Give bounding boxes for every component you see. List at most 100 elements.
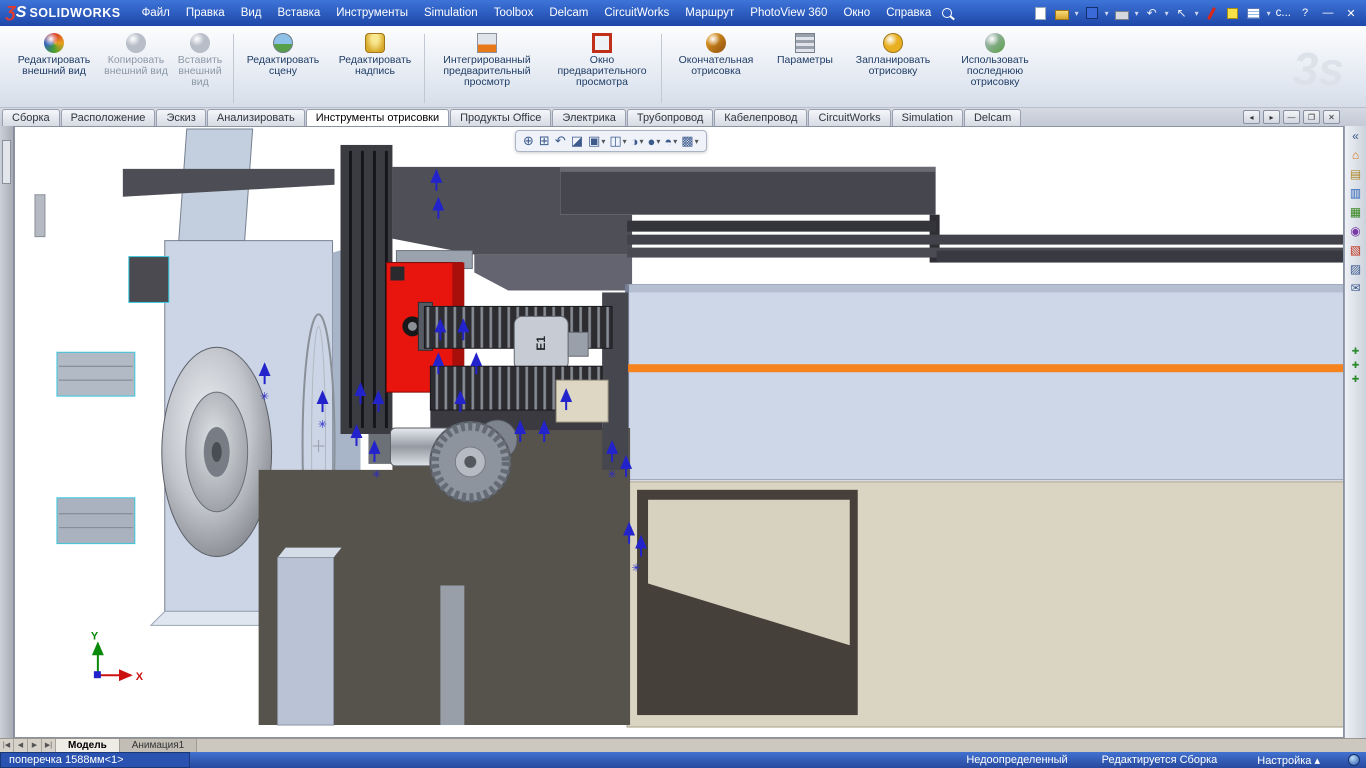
edit-decal-button[interactable]: Редактировать надпись (329, 30, 421, 102)
tab-office-products[interactable]: Продукты Office (450, 109, 552, 126)
menu-simulation[interactable]: Simulation (417, 5, 485, 21)
doc-restore-button[interactable]: ❐ (1303, 110, 1320, 124)
final-render-button[interactable]: Окончательная отрисовка (665, 30, 767, 102)
save-dropdown-icon[interactable]: ▾ (1105, 9, 1109, 18)
menu-toolbox[interactable]: Toolbox (487, 5, 541, 21)
table-icon[interactable] (1246, 5, 1262, 21)
note-icon[interactable] (1225, 5, 1241, 21)
recall-last-render-button[interactable]: Использовать последнюю отрисовку (943, 30, 1047, 102)
add-item-icon[interactable]: ✚ (1346, 358, 1366, 372)
hide-show-items-icon[interactable]: ◑ ▾ (630, 134, 645, 149)
tab-model[interactable]: Модель (56, 739, 120, 752)
tab-render-tools[interactable]: Инструменты отрисовки (305, 109, 450, 126)
menu-help[interactable]: Справка (879, 5, 938, 21)
paste-appearance-button[interactable]: Вставить внешний вид (170, 30, 230, 102)
tab-circuitworks[interactable]: CircuitWorks (808, 109, 891, 126)
edit-appearance-button[interactable]: Редактировать внешний вид (6, 30, 102, 102)
zoom-fit-icon[interactable]: ⊕ (522, 133, 536, 149)
view-orientation-icon[interactable]: ▣ ▾ (587, 133, 606, 149)
globe-icon[interactable] (1348, 754, 1360, 766)
model-canvas[interactable]: E1 ✳✳ ✳✳✳ Y X (15, 127, 1343, 737)
feature-manager-collapsed-strip[interactable] (0, 126, 14, 738)
select-cursor-button[interactable]: ↖ (1174, 5, 1190, 21)
menu-window[interactable]: Окно (836, 5, 877, 21)
file-explorer-icon[interactable]: ▥ (1346, 184, 1366, 203)
part-end-block[interactable] (555, 379, 609, 423)
solidworks-resources-icon[interactable]: ⌂ (1346, 146, 1366, 165)
tab-evaluate[interactable]: Анализировать (206, 109, 305, 126)
first-tab-button[interactable]: |◀ (0, 739, 14, 752)
tab-delcam[interactable]: Delcam (963, 109, 1022, 126)
menu-route[interactable]: Маршрут (678, 5, 741, 21)
design-library-icon[interactable]: ▤ (1346, 165, 1366, 184)
splitter-handle[interactable] (2, 140, 11, 184)
print-button[interactable] (1114, 5, 1130, 21)
menu-delcam[interactable]: Delcam (542, 5, 595, 21)
pane-previous-icon[interactable]: ◂ (1243, 110, 1260, 124)
tab-sketch[interactable]: Эскиз (156, 109, 206, 126)
tab-piping[interactable]: Трубопровод (626, 109, 714, 126)
apply-scene-icon[interactable]: ◓ ▾ (663, 134, 678, 149)
part-bed-rails[interactable] (560, 166, 1343, 263)
open-document-button[interactable] (1054, 5, 1070, 21)
edit-appearance-icon[interactable]: ● ▾ (647, 134, 662, 149)
close-button[interactable]: ✕ (1342, 7, 1360, 20)
save-button[interactable] (1084, 5, 1100, 21)
quick-settings-button[interactable]: Настройка ▴ (1257, 754, 1320, 767)
graphics-area[interactable]: E1 ✳ ✳ ✳ ✳ ✳ Y X ⊕ ⊞ ↶ ◪ ▣ ▾ ◫ ▾ ◑ ▾ ● ▾… (14, 126, 1344, 738)
pane-next-icon[interactable]: ▸ (1263, 110, 1280, 124)
decals-icon[interactable]: ▧ (1346, 241, 1366, 260)
tab-layout[interactable]: Расположение (60, 109, 156, 126)
schedule-render-button[interactable]: Запланировать отрисовку (843, 30, 943, 102)
part-base-housing[interactable] (626, 481, 1343, 728)
zoom-previous-icon[interactable]: ↶ (554, 133, 568, 149)
select-dropdown-icon[interactable]: ▾ (1195, 9, 1199, 18)
open-dropdown-icon[interactable]: ▾ (1075, 9, 1079, 18)
search-icon[interactable] (942, 8, 953, 18)
minimize-button[interactable]: — (1319, 7, 1337, 19)
display-style-icon[interactable]: ◫ ▾ (608, 133, 627, 149)
next-tab-button[interactable]: ▶ (28, 739, 42, 752)
menu-insert[interactable]: Вставка (271, 5, 328, 21)
menu-photoview[interactable]: PhotoView 360 (743, 5, 834, 21)
part-clamp-block[interactable] (128, 256, 170, 303)
last-tab-button[interactable]: ▶| (42, 739, 56, 752)
view-palette-icon[interactable]: ▦ (1346, 203, 1366, 222)
viewport-slider-tab[interactable] (34, 194, 46, 238)
doc-minimize-button[interactable]: — (1283, 110, 1300, 124)
copy-appearance-button[interactable]: Копировать внешний вид (102, 30, 170, 102)
taskpane-collapse-icon[interactable]: « (1346, 127, 1366, 146)
part-linear-guides[interactable] (56, 351, 136, 545)
render-options-button[interactable]: Параметры (767, 30, 843, 102)
menu-edit[interactable]: Правка (179, 5, 232, 21)
menu-circuitworks[interactable]: CircuitWorks (597, 5, 676, 21)
integrated-preview-button[interactable]: Интегрированный предварительный просмотр (428, 30, 546, 102)
part-motor-flange[interactable] (161, 346, 273, 558)
section-view-icon[interactable]: ◪ (570, 133, 585, 149)
menu-tools[interactable]: Инструменты (329, 5, 415, 21)
undo-dropdown-icon[interactable]: ▾ (1165, 9, 1169, 18)
tab-simulation[interactable]: Simulation (891, 109, 963, 126)
preview-window-button[interactable]: Окно предварительного просмотра (546, 30, 658, 102)
help-button[interactable]: ? (1296, 7, 1314, 19)
document-recovery-icon[interactable]: ✉ (1346, 279, 1366, 298)
previous-tab-button[interactable]: ◀ (14, 739, 28, 752)
view-settings-icon[interactable]: ▩ ▾ (680, 133, 699, 149)
tab-cableways[interactable]: Кабелепровод (714, 109, 808, 126)
edit-scene-button[interactable]: Редактировать сцену (237, 30, 329, 102)
add-item-icon[interactable]: ✚ (1346, 372, 1366, 386)
menu-view[interactable]: Вид (234, 5, 269, 21)
tab-assembly[interactable]: Сборка (2, 109, 60, 126)
custom-properties-icon[interactable]: ▨ (1346, 260, 1366, 279)
part-cover-panel[interactable] (625, 283, 1343, 481)
undo-button[interactable]: ↶ (1144, 5, 1160, 21)
new-document-button[interactable] (1033, 5, 1049, 21)
doc-close-button[interactable]: ✕ (1323, 110, 1340, 124)
marker-icon[interactable] (1204, 5, 1220, 21)
zoom-area-icon[interactable]: ⊞ (538, 133, 552, 149)
tab-animation1[interactable]: Анимация1 (119, 739, 198, 752)
tab-electrical[interactable]: Электрика (552, 109, 626, 126)
appearances-icon[interactable]: ◉ (1346, 222, 1366, 241)
part-vertical-channel[interactable] (340, 144, 393, 434)
add-item-icon[interactable]: ✚ (1346, 344, 1366, 358)
